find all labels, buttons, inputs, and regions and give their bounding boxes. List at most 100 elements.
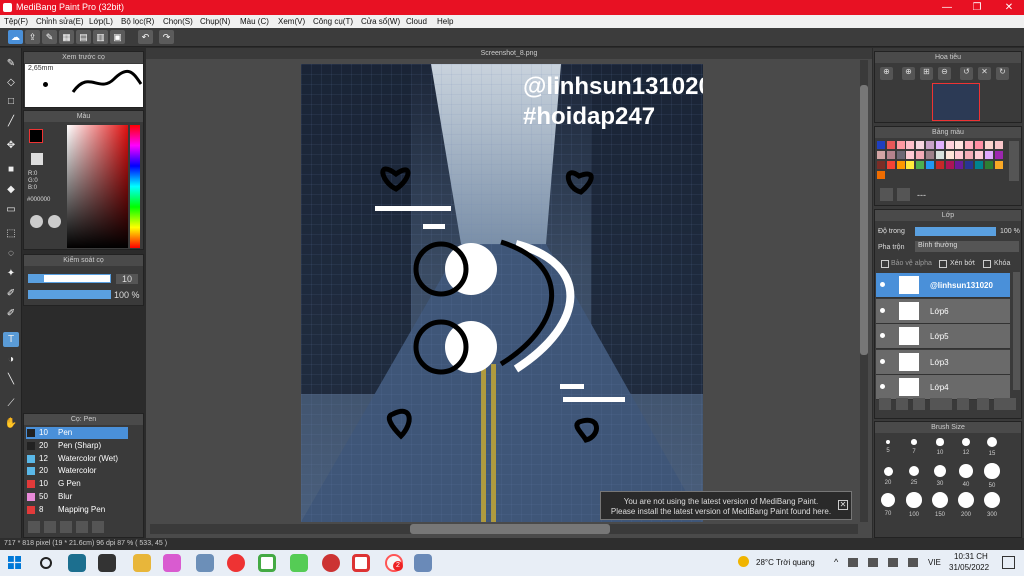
- palette-swatches[interactable]: [877, 141, 1005, 181]
- hand-tool-icon[interactable]: ✋: [3, 416, 19, 431]
- visibility-icon[interactable]: [880, 282, 885, 287]
- app-icon-2[interactable]: [163, 554, 181, 572]
- cloud-icon[interactable]: ☁: [8, 30, 23, 44]
- menu-help[interactable]: Help: [437, 17, 453, 26]
- record-icon[interactable]: [227, 554, 245, 572]
- new-halftone-layer-icon[interactable]: [896, 398, 908, 410]
- palette-swatch[interactable]: [984, 161, 993, 169]
- pen-tool-icon[interactable]: ╱: [3, 114, 19, 129]
- chrome-icon-2[interactable]: [352, 554, 370, 572]
- brush-size-option[interactable]: 5: [876, 434, 900, 461]
- close-icon[interactable]: ✕: [838, 500, 848, 510]
- palette-swatch[interactable]: [886, 141, 895, 149]
- zoom-in-icon[interactable]: ⊕: [880, 67, 893, 80]
- brush-list-item[interactable]: 12 Watercolor (Wet): [26, 453, 128, 465]
- navigator-thumbnail[interactable]: [932, 83, 980, 121]
- visibility-icon[interactable]: [880, 358, 885, 364]
- rotate-left-icon[interactable]: ↺: [960, 67, 973, 80]
- add-layer-menu-icon[interactable]: [930, 398, 952, 410]
- new-color-layer-icon[interactable]: [913, 398, 925, 410]
- palette-swatch[interactable]: [935, 151, 944, 159]
- menu-layer[interactable]: Lớp(L): [89, 17, 113, 26]
- brush-opacity-slider[interactable]: [28, 290, 111, 299]
- menu-window[interactable]: Cửa sổ(W): [361, 17, 400, 26]
- brush-settings-icon[interactable]: [60, 521, 72, 533]
- visibility-icon[interactable]: [880, 384, 885, 389]
- new-palette-icon[interactable]: [880, 188, 893, 201]
- palette-swatch[interactable]: [965, 151, 974, 159]
- menu-capture[interactable]: Chụp(N): [200, 17, 230, 26]
- layer-row[interactable]: @linhsun131020: [876, 273, 1010, 298]
- operation-tool-icon[interactable]: ⟋: [3, 396, 19, 411]
- document-canvas[interactable]: @linhsun13102010 #hoidap247: [301, 64, 703, 522]
- maximize-button[interactable]: ❐: [962, 0, 992, 15]
- copy-icon[interactable]: [92, 521, 104, 533]
- clock-date[interactable]: 31/05/2022: [949, 563, 989, 572]
- eraser-tool-icon[interactable]: ◇: [3, 75, 19, 90]
- balloon-tool-icon[interactable]: ◑: [3, 352, 19, 367]
- zoom-in-icon[interactable]: ⊕: [902, 67, 915, 80]
- battery-icon[interactable]: [868, 558, 878, 567]
- menu-tools[interactable]: Công cụ(T): [313, 17, 353, 26]
- brush-size-option[interactable]: 200: [954, 492, 978, 519]
- palette-swatch[interactable]: [886, 151, 895, 159]
- fit-icon[interactable]: ⊞: [920, 67, 933, 80]
- brush-list-item[interactable]: 8 Mapping Pen: [26, 504, 128, 516]
- capcut-icon[interactable]: [98, 554, 116, 572]
- color-saturation-field[interactable]: [67, 125, 128, 248]
- add-brush-icon[interactable]: [28, 521, 40, 533]
- brush-size-option[interactable]: 25: [902, 463, 926, 490]
- app-icon-3[interactable]: [290, 554, 308, 572]
- app-icon-4[interactable]: [322, 554, 340, 572]
- palette-swatch[interactable]: [955, 161, 964, 169]
- language-indicator[interactable]: VIE: [928, 558, 941, 567]
- palette-swatch[interactable]: [926, 161, 934, 169]
- calculator-icon[interactable]: [414, 554, 432, 572]
- delete-palette-icon[interactable]: [897, 188, 910, 201]
- page-icon[interactable]: ▤: [76, 30, 91, 44]
- layer-opacity-slider[interactable]: [915, 227, 996, 236]
- layer-row[interactable]: Lớp6: [876, 298, 1010, 324]
- menu-select[interactable]: Chọn(S): [163, 17, 193, 26]
- brush-tool-icon[interactable]: ✎: [3, 56, 19, 71]
- select-eraser-icon[interactable]: ✐: [3, 306, 19, 321]
- grid-icon[interactable]: ▦: [59, 30, 74, 44]
- shape-tool-icon[interactable]: ■: [3, 162, 19, 177]
- brush-size-value[interactable]: 10: [116, 274, 138, 284]
- palette-swatch[interactable]: [916, 161, 925, 169]
- palette-swatch[interactable]: [955, 141, 964, 149]
- palette-swatch[interactable]: [877, 171, 885, 179]
- palette-swatch[interactable]: [935, 141, 944, 149]
- brush-size-option[interactable]: 40: [954, 463, 978, 490]
- folder-icon[interactable]: [76, 521, 88, 533]
- visibility-icon[interactable]: [880, 333, 885, 338]
- palette-swatch[interactable]: [994, 151, 1003, 159]
- palette-swatch[interactable]: [984, 141, 993, 149]
- brush-size-option[interactable]: 15: [980, 434, 1004, 461]
- brush-size-slider[interactable]: [28, 274, 111, 283]
- rotate-right-icon[interactable]: ↻: [996, 67, 1009, 80]
- palette-swatch[interactable]: [975, 141, 983, 149]
- menu-file[interactable]: Tệp(F): [4, 17, 28, 26]
- volume-icon[interactable]: [908, 558, 918, 567]
- palette-swatch[interactable]: [877, 141, 885, 149]
- brush-size-option[interactable]: 12: [954, 434, 978, 461]
- brush-size-option[interactable]: 50: [980, 463, 1004, 490]
- palette-swatch[interactable]: [906, 161, 915, 169]
- menu-cloud[interactable]: Cloud: [406, 17, 427, 26]
- camera-icon[interactable]: [196, 554, 214, 572]
- search-icon[interactable]: [40, 557, 52, 569]
- clock-time[interactable]: 10:31 CH: [954, 552, 988, 561]
- comment-icon[interactable]: ✎: [42, 30, 57, 44]
- redo-icon[interactable]: ↷: [159, 30, 174, 44]
- start-icon[interactable]: [8, 556, 21, 569]
- palette-swatch[interactable]: [945, 151, 954, 159]
- palette-swatch[interactable]: [896, 141, 905, 149]
- brush-size-option[interactable]: 150: [928, 492, 952, 519]
- lasso-tool-icon[interactable]: ◌: [3, 246, 19, 261]
- select-tool-icon[interactable]: ⬚: [3, 226, 19, 241]
- brush-list-item[interactable]: 50 Blur: [26, 491, 128, 503]
- brush-list-item[interactable]: 20 Watercolor: [26, 465, 128, 477]
- close-button[interactable]: ✕: [994, 0, 1024, 15]
- select-pen-icon[interactable]: ✐: [3, 286, 19, 301]
